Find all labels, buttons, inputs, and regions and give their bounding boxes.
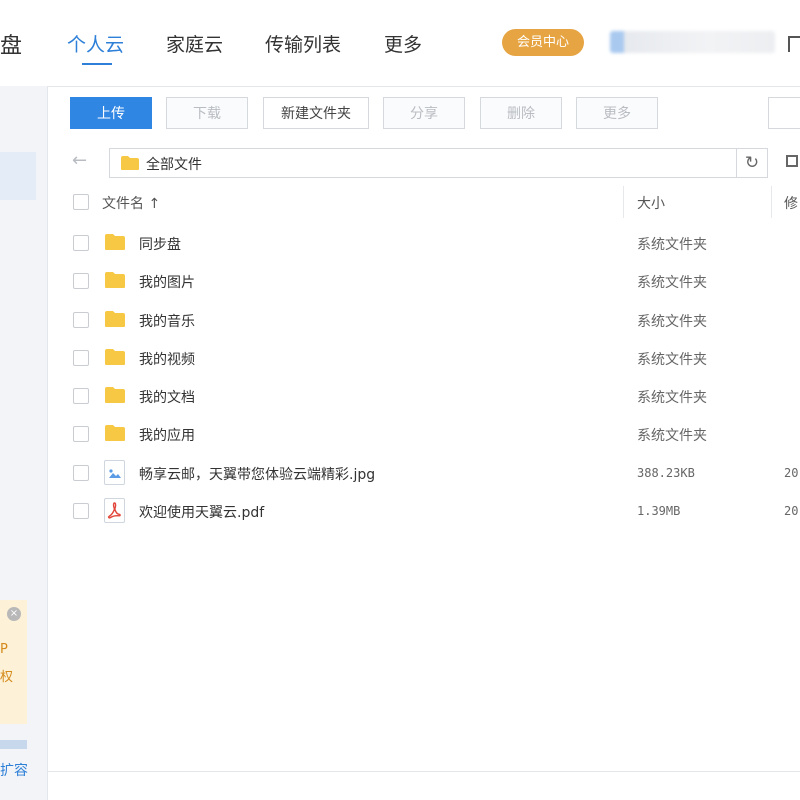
header-window-icon[interactable] (788, 36, 800, 52)
file-name[interactable]: 欢迎使用天翼云.pdf (139, 502, 264, 522)
file-date: 20 (784, 504, 799, 518)
folder-icon (105, 234, 125, 250)
row-checkbox[interactable] (73, 273, 89, 289)
file-size: 系统文件夹 (637, 390, 707, 406)
delete-button[interactable]: 删除 (480, 97, 562, 129)
tab-personal-cloud[interactable]: 个人云 (67, 30, 124, 57)
file-size: 1.39MB (637, 504, 681, 518)
file-size: 系统文件夹 (637, 237, 707, 253)
file-size: 系统文件夹 (637, 428, 707, 444)
file-name[interactable]: 我的文档 (139, 387, 195, 407)
sidebar-active-item[interactable] (0, 152, 36, 200)
column-divider (771, 186, 772, 218)
left-sidebar: × P 权 扩容 (0, 86, 48, 800)
row-checkbox[interactable] (73, 426, 89, 442)
active-tab-underline (82, 63, 112, 65)
file-size: 系统文件夹 (637, 352, 707, 368)
expand-storage-link[interactable]: 扩容 (0, 760, 28, 780)
row-checkbox[interactable] (73, 465, 89, 481)
table-row[interactable]: 我的音乐 系统文件夹 (70, 301, 800, 339)
row-checkbox[interactable] (73, 388, 89, 404)
file-name[interactable]: 同步盘 (139, 234, 181, 254)
promo-text-line2: 权 (0, 670, 14, 685)
new-folder-button[interactable]: 新建文件夹 (263, 97, 369, 129)
table-row[interactable]: 畅享云邮，天翼带您体验云端精彩.jpg 388.23KB 20 (70, 454, 800, 492)
file-name[interactable]: 我的图片 (139, 272, 195, 292)
column-size-header[interactable]: 大小 (637, 193, 665, 213)
footer-divider (47, 771, 800, 772)
share-button[interactable]: 分享 (383, 97, 465, 129)
folder-icon (105, 272, 125, 288)
tab-more[interactable]: 更多 (384, 30, 422, 57)
folder-icon (105, 425, 125, 441)
promo-card[interactable]: × P 权 (0, 600, 27, 724)
folder-icon (105, 311, 125, 327)
pdf-file-icon (104, 498, 125, 523)
folder-icon (121, 156, 139, 170)
back-arrow-icon[interactable]: ← (72, 150, 87, 171)
column-modified-header[interactable]: 修 (784, 193, 798, 213)
row-checkbox[interactable] (73, 350, 89, 366)
file-size: 系统文件夹 (637, 275, 707, 291)
breadcrumb: 全部文件 ↻ (109, 148, 768, 178)
promo-text-line1: P (0, 642, 8, 657)
folder-icon (105, 349, 125, 365)
row-checkbox[interactable] (73, 235, 89, 251)
column-divider (623, 186, 624, 218)
table-row[interactable]: 欢迎使用天翼云.pdf 1.39MB 20 (70, 492, 800, 530)
user-account-blurred[interactable] (610, 31, 775, 53)
breadcrumb-current[interactable]: 全部文件 (146, 154, 202, 174)
select-all-checkbox[interactable] (73, 194, 89, 210)
promo-close-icon[interactable]: × (7, 607, 21, 621)
view-mode-icon[interactable] (786, 155, 798, 167)
app-logo-fragment: 盘 (0, 34, 23, 59)
file-name[interactable]: 我的应用 (139, 425, 195, 445)
tab-family-cloud[interactable]: 家庭云 (166, 30, 223, 57)
top-header: 盘 个人云 家庭云 传输列表 更多 会员中心 (0, 0, 800, 87)
folder-icon (105, 387, 125, 403)
vip-center-button[interactable]: 会员中心 (502, 29, 584, 56)
table-row[interactable]: 我的图片 系统文件夹 (70, 262, 800, 300)
more-button[interactable]: 更多 (576, 97, 658, 129)
table-header: 文件名 ↑ 大小 修 (70, 186, 800, 218)
table-row[interactable]: 我的视频 系统文件夹 (70, 339, 800, 377)
file-name[interactable]: 畅享云邮，天翼带您体验云端精彩.jpg (139, 464, 375, 484)
download-button[interactable]: 下载 (166, 97, 248, 129)
search-input[interactable] (768, 97, 800, 129)
upload-button[interactable]: 上传 (70, 97, 152, 129)
table-row[interactable]: 我的文档 系统文件夹 (70, 377, 800, 415)
row-checkbox[interactable] (73, 312, 89, 328)
column-name-header[interactable]: 文件名 ↑ (102, 193, 160, 213)
file-name[interactable]: 我的音乐 (139, 311, 195, 331)
image-file-icon (104, 460, 125, 485)
table-row[interactable]: 同步盘 系统文件夹 (70, 224, 800, 262)
refresh-icon[interactable]: ↻ (736, 149, 767, 177)
tab-transfer-list[interactable]: 传输列表 (265, 30, 341, 57)
file-date: 20 (784, 466, 799, 480)
file-size: 388.23KB (637, 466, 695, 480)
storage-usage-bar (0, 740, 27, 749)
file-size: 系统文件夹 (637, 314, 707, 330)
file-name[interactable]: 我的视频 (139, 349, 195, 369)
table-row[interactable]: 我的应用 系统文件夹 (70, 415, 800, 453)
row-checkbox[interactable] (73, 503, 89, 519)
